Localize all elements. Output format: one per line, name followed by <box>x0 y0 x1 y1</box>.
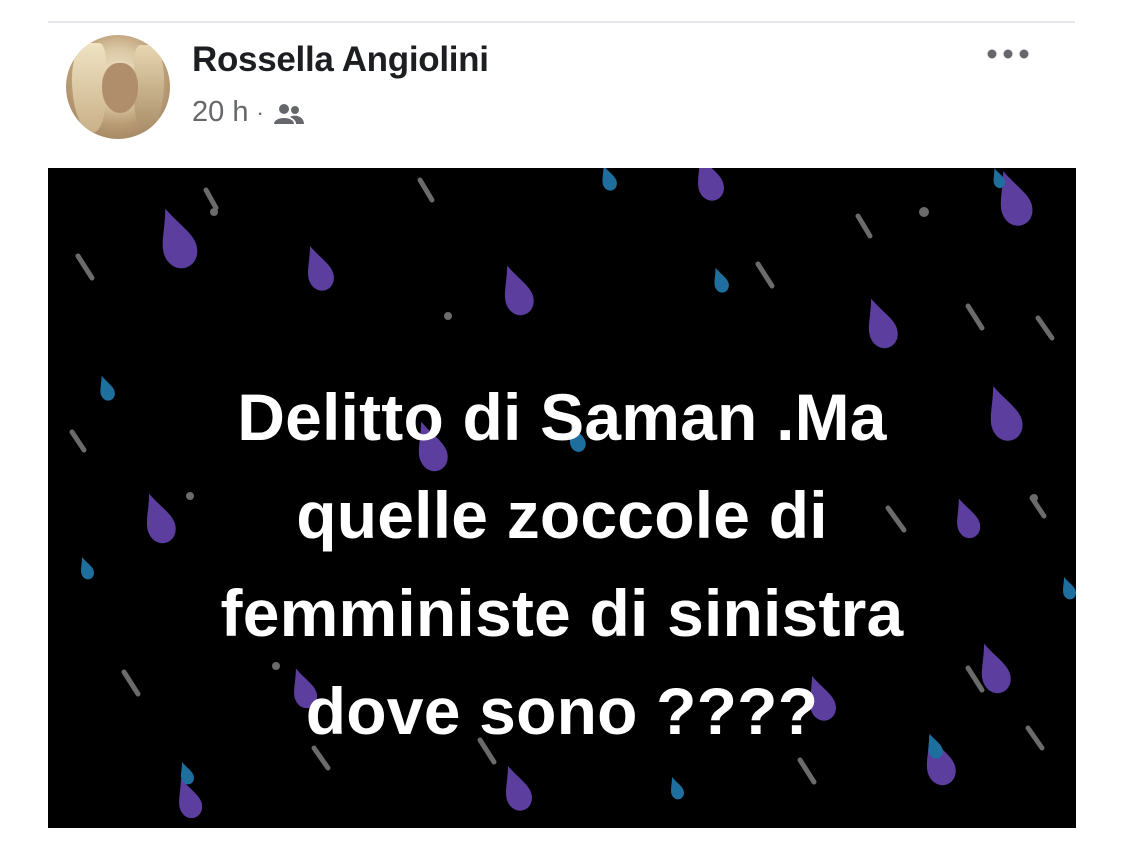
avatar[interactable] <box>66 35 170 139</box>
facebook-post: Rossella Angiolini 20 h · Delitto di Sam… <box>0 0 1124 850</box>
avatar-hair-left <box>72 43 106 133</box>
post-timestamp[interactable]: 20 h <box>192 96 248 129</box>
post-meta: 20 h · <box>192 96 306 129</box>
more-horizontal-icon <box>987 49 1029 59</box>
top-divider <box>48 21 1075 23</box>
meta-separator: · <box>256 99 264 125</box>
post-image-text-line: femministe di sinistra <box>220 576 904 650</box>
author-name[interactable]: Rossella Angiolini <box>192 40 489 80</box>
friends-icon[interactable] <box>272 101 306 125</box>
post-image[interactable]: Delitto di Saman .Ma quelle zoccole di f… <box>48 168 1076 828</box>
post-image-text-line: quelle zoccole di <box>296 478 828 552</box>
more-options-button[interactable] <box>984 44 1032 64</box>
post-image-text-line: Delitto di Saman .Ma <box>237 380 887 454</box>
post-image-text: Delitto di Saman .Ma quelle zoccole di f… <box>48 368 1076 760</box>
avatar-face <box>102 63 138 113</box>
post-image-text-line: dove sono ???? <box>305 674 819 748</box>
avatar-hair-right <box>134 45 164 133</box>
